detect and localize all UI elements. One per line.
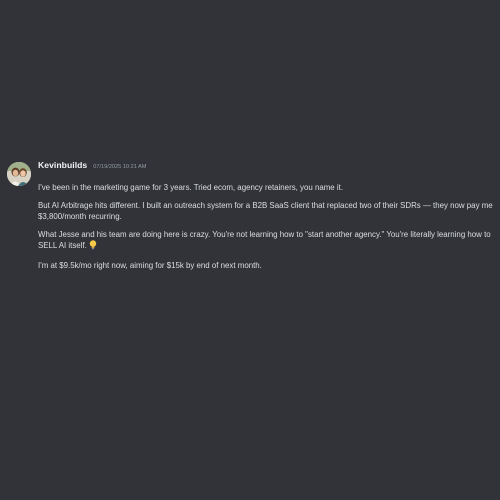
- paragraph-text: I'm at $9.5k/mo right now, aiming for $1…: [38, 260, 262, 270]
- avatar[interactable]: [7, 162, 31, 186]
- username[interactable]: Kevinbuilds: [38, 160, 87, 170]
- lightbulb-icon: [89, 240, 97, 253]
- message-paragraph: But AI Arbitrage hits different. I built…: [38, 200, 493, 222]
- message-paragraph: What Jesse and his team are doing here i…: [38, 229, 493, 253]
- message-body: I've been in the marketing game for 3 ye…: [38, 182, 493, 271]
- timestamp[interactable]: 07/19/2025 10:21 AM: [93, 164, 146, 170]
- paragraph-text: I've been in the marketing game for 3 ye…: [38, 183, 344, 192]
- paragraph-text: But AI Arbitrage hits different. I built…: [38, 200, 493, 221]
- message-content: Kevinbuilds 07/19/2025 10:21 AM I've bee…: [38, 160, 493, 277]
- message-header: Kevinbuilds 07/19/2025 10:21 AM: [38, 160, 493, 174]
- message-paragraph: I've been in the marketing game for 3 ye…: [38, 182, 493, 193]
- paragraph-text: What Jesse and his team are doing here i…: [38, 229, 491, 250]
- message-paragraph: I'm at $9.5k/mo right now, aiming for $1…: [38, 260, 493, 271]
- avatar-photo: [7, 162, 31, 186]
